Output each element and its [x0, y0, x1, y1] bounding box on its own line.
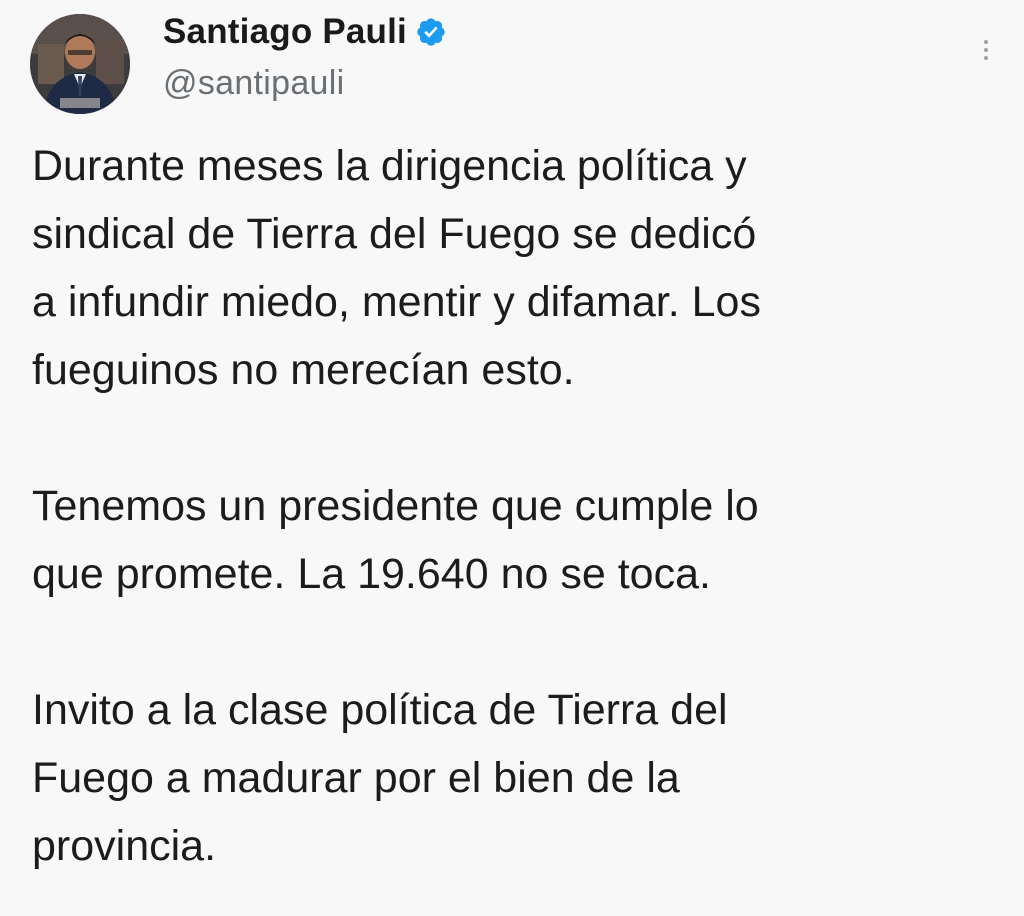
- dot: [984, 56, 988, 60]
- tweet-paragraph: Tenemos un presidente que cumple lo que …: [32, 482, 759, 598]
- author-handle[interactable]: @santipauli: [163, 64, 447, 103]
- verified-badge-icon: [415, 16, 447, 48]
- tweet-header: Santiago Pauli @santipauli: [30, 10, 1010, 114]
- author-names: Santiago Pauli @santipauli: [163, 10, 447, 103]
- avatar-photo: [30, 14, 130, 114]
- dot: [984, 48, 988, 52]
- tweet-paragraph: Durante meses la dirigencia política y s…: [32, 142, 761, 394]
- display-name[interactable]: Santiago Pauli: [163, 12, 407, 52]
- dot: [984, 40, 988, 44]
- tweet-card: Santiago Pauli @santipauli Durante meses…: [0, 0, 1024, 916]
- more-options-icon[interactable]: [976, 36, 996, 76]
- avatar[interactable]: [30, 14, 130, 114]
- tweet-paragraph: Invito a la clase política de Tierra del…: [32, 686, 728, 870]
- display-name-row: Santiago Pauli: [163, 10, 447, 54]
- tweet-text: Durante meses la dirigencia política y s…: [32, 132, 992, 880]
